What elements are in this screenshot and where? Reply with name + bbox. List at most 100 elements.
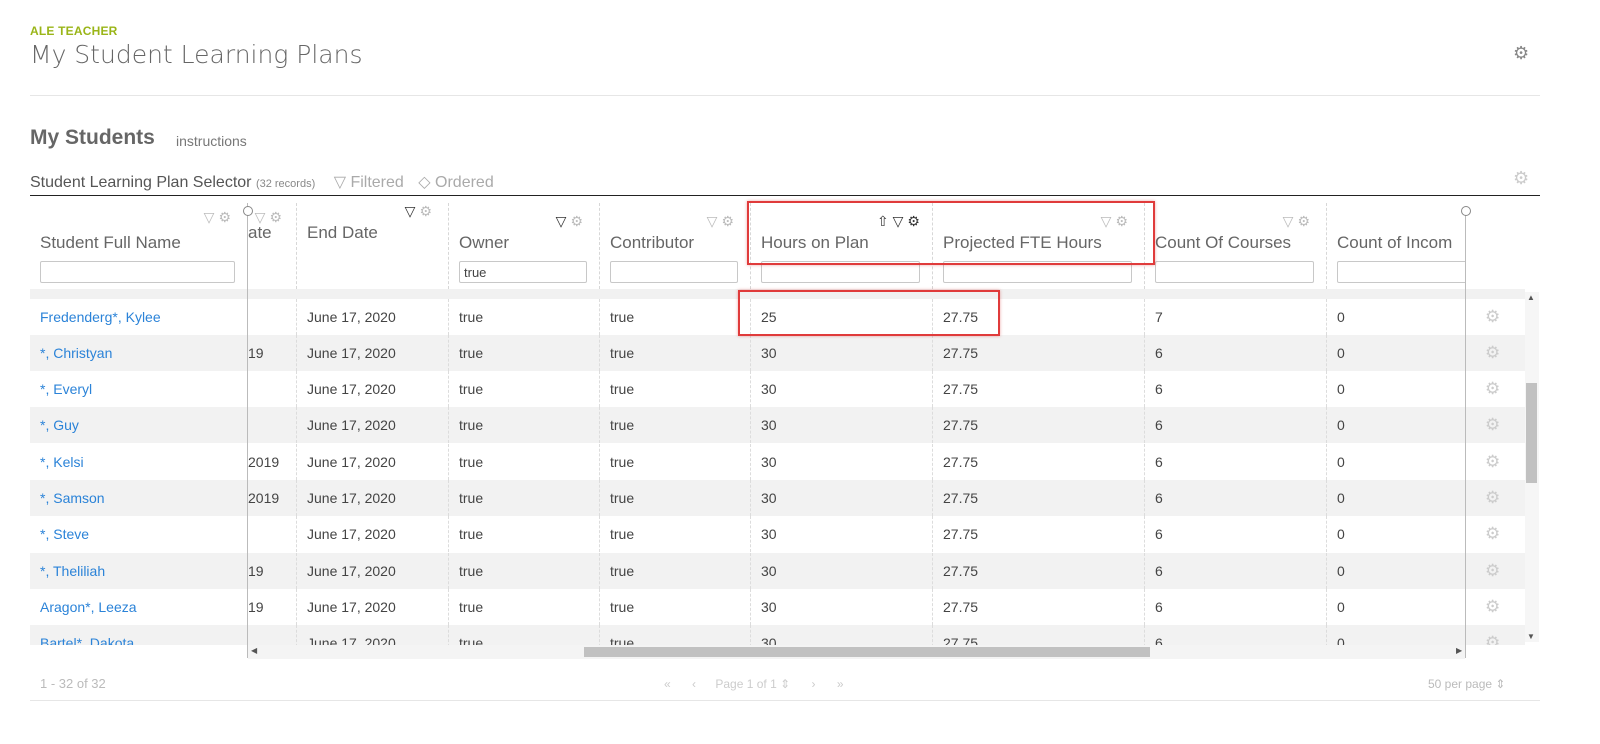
page-selector[interactable]: Page 1 of 1 ⇕ (715, 677, 790, 691)
divider (30, 700, 1540, 701)
row-gear-icon[interactable]: ⚙ (1485, 335, 1500, 371)
cell-contributor: true (600, 553, 751, 589)
ordered-toggle[interactable]: ◇ Ordered (418, 174, 493, 191)
cell-name[interactable]: *, Christyan (30, 335, 248, 371)
row-gear-icon[interactable]: ⚙ (1485, 407, 1500, 443)
cell-name[interactable]: Bartel*, Dakota (30, 625, 248, 645)
column-header-owner[interactable]: ▽⚙ Owner (449, 203, 600, 289)
table-row[interactable]: *, Samson 2019 June 17, 2020 true true 30 27.7… (30, 480, 1525, 516)
column-menu-icons[interactable]: ▽⚙ (1283, 213, 1314, 230)
cell-courses: 6 (1145, 516, 1327, 552)
column-header-contributor[interactable]: ▽⚙ Contributor (600, 203, 751, 289)
vertical-scrollbar-thumb[interactable] (1526, 383, 1537, 483)
cell-hours: 30 (751, 444, 933, 480)
cell-end: June 17, 2020 (297, 480, 449, 516)
row-gear-icon[interactable]: ⚙ (1485, 516, 1500, 552)
cell-courses: 6 (1145, 480, 1327, 516)
cell-name[interactable]: *, Theliliah (30, 553, 248, 589)
cell-name[interactable]: *, Kelsi (30, 444, 248, 480)
column-menu-icons[interactable]: ▽⚙ (707, 213, 738, 230)
table-row[interactable]: *, Steve June 17, 2020 true true 30 27.75 6 0 ⚙ (30, 516, 1525, 552)
cell-fte: 27.75 (933, 407, 1145, 443)
column-menu-icons[interactable]: ▽⚙ (405, 203, 436, 220)
row-gear-icon[interactable]: ⚙ (1485, 589, 1500, 625)
owner-filter-input[interactable] (459, 261, 587, 283)
column-header-label: Owner (459, 233, 510, 252)
row-gear-icon[interactable]: ⚙ (1485, 625, 1500, 645)
contributor-filter-input[interactable] (610, 261, 738, 283)
cell-name[interactable]: *, Samson (30, 480, 248, 516)
app-role-label: ALE TEACHER (30, 24, 118, 38)
cell-name[interactable]: Fredenderg*, Kylee (30, 299, 248, 335)
row-gear-icon[interactable]: ⚙ (1485, 480, 1500, 516)
scroll-right-arrow-icon[interactable]: ▶ (1456, 646, 1462, 655)
cell-name[interactable]: Aragon*, Leeza (30, 589, 248, 625)
filtered-toggle[interactable]: ▽ Filtered (334, 174, 404, 191)
cell-owner: true (449, 371, 600, 407)
prev-page-button[interactable]: ‹ (692, 677, 696, 691)
horizontal-scrollbar-thumb[interactable] (584, 647, 1150, 657)
cell-end: June 17, 2020 (297, 589, 449, 625)
table-row[interactable]: Bartel*, Dakota June 17, 2020 true true 30 27… (30, 625, 1525, 645)
column-header-start-date[interactable]: ▽⚙ ate (248, 203, 297, 289)
column-header-student-full-name[interactable]: ▽⚙ Student Full Name (30, 203, 248, 289)
section-title: My Students (30, 126, 155, 149)
cell-courses: 6 (1145, 371, 1327, 407)
cell-name[interactable]: *, Steve (30, 516, 248, 552)
cell-incomplete: 0 (1337, 417, 1345, 433)
cell-end: June 17, 2020 (297, 335, 449, 371)
row-gear-icon[interactable]: ⚙ (1485, 444, 1500, 480)
column-menu-icons[interactable]: ▽⚙ (556, 213, 587, 230)
column-header-count-of-courses[interactable]: ▽⚙ Count Of Courses (1145, 203, 1327, 289)
scroll-up-arrow-icon[interactable]: ▲ (1527, 293, 1535, 302)
right-column-divider[interactable] (1465, 210, 1466, 658)
highlight-box-values (738, 290, 1000, 336)
next-page-button[interactable]: › (812, 677, 816, 691)
table-row[interactable]: Aragon*, Leeza 19 June 17, 2020 true true 30 2… (30, 589, 1525, 625)
student-name-filter-input[interactable] (40, 261, 235, 283)
column-menu-icons[interactable]: ▽⚙ (204, 209, 235, 226)
cell-hours: 30 (751, 516, 933, 552)
gear-icon[interactable]: ⚙ (1513, 168, 1529, 189)
cell-end: June 17, 2020 (297, 444, 449, 480)
cell-hours: 30 (751, 589, 933, 625)
table-row[interactable]: *, Theliliah 19 June 17, 2020 true true 30 27.… (30, 553, 1525, 589)
cell-hours: 30 (751, 480, 933, 516)
first-page-button[interactable]: « (664, 677, 671, 691)
cell-start: 19 (248, 335, 297, 371)
selector-title: Student Learning Plan Selector (30, 174, 252, 191)
last-page-button[interactable]: » (837, 677, 844, 691)
cell-courses: 6 (1145, 444, 1327, 480)
frozen-column-divider[interactable] (247, 203, 248, 658)
cell-name[interactable]: *, Guy (30, 407, 248, 443)
cell-start: 19 (248, 589, 297, 625)
table-row[interactable]: *, Kelsi 2019 June 17, 2020 true true 30 27.75… (30, 444, 1525, 480)
column-header-label: Count Of Courses (1155, 233, 1292, 252)
per-page-selector[interactable]: 50 per page ⇕ (1428, 677, 1505, 691)
table-row[interactable]: *, Christyan 19 June 17, 2020 true true 30 27.… (30, 335, 1525, 371)
incomplete-filter-input[interactable] (1337, 261, 1466, 283)
column-resize-handle[interactable] (243, 206, 253, 216)
cell-hours: 30 (751, 625, 933, 645)
cell-name[interactable]: *, Everyl (30, 371, 248, 407)
row-gear-icon[interactable]: ⚙ (1485, 553, 1500, 589)
cell-courses: 6 (1145, 407, 1327, 443)
divider (30, 95, 1540, 96)
scroll-down-arrow-icon[interactable]: ▼ (1527, 632, 1535, 641)
pagination-controls: « ‹ Page 1 of 1 ⇕ › » (664, 677, 844, 691)
cell-fte: 27.75 (933, 589, 1145, 625)
row-gear-icon[interactable]: ⚙ (1485, 299, 1500, 335)
column-header-label: Contributor (610, 233, 695, 252)
table-row[interactable]: *, Everyl June 17, 2020 true true 30 27.75 6 0 ⚙ (30, 371, 1525, 407)
scroll-left-arrow-icon[interactable]: ◀ (251, 646, 257, 655)
cell-owner: true (449, 553, 600, 589)
column-header-count-of-incomplete[interactable]: Count of Incom (1327, 203, 1466, 289)
gear-icon[interactable]: ⚙ (1513, 43, 1529, 64)
courses-filter-input[interactable] (1155, 261, 1314, 283)
cell-incomplete: 0 (1337, 345, 1345, 361)
table-row[interactable]: *, Guy June 17, 2020 true true 30 27.75 6 0 ⚙ (30, 407, 1525, 443)
column-header-end-date[interactable]: ▽⚙ End Date (297, 203, 449, 289)
instructions-link[interactable]: instructions (176, 133, 247, 149)
column-resize-handle[interactable] (1461, 206, 1471, 216)
row-gear-icon[interactable]: ⚙ (1485, 371, 1500, 407)
